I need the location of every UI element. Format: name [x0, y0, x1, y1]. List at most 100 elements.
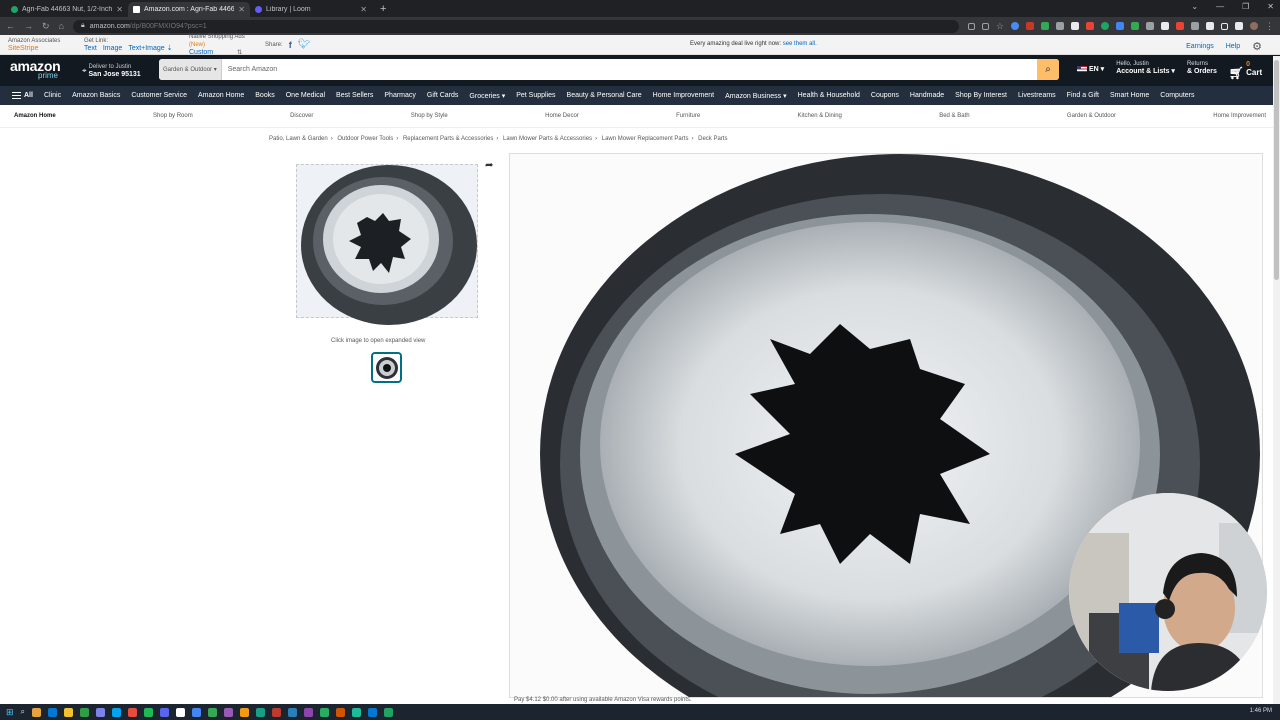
breadcrumb-link[interactable]: Lawn Mower Replacement Parts — [602, 136, 689, 142]
taskbar-app-icon[interactable] — [64, 707, 74, 717]
subnav-item[interactable]: Amazon Business ▾ — [725, 92, 787, 100]
taskbar-app-icon[interactable] — [272, 707, 282, 717]
taskbar-app-icon[interactable] — [96, 707, 106, 717]
homenav-item[interactable]: Amazon Home — [14, 113, 56, 119]
sidebar-icon[interactable] — [1221, 22, 1228, 30]
subnav-item[interactable]: Shop By Interest — [955, 92, 1007, 99]
subnav-item[interactable]: Livestreams — [1018, 92, 1056, 99]
taskbar-app-icon[interactable] — [256, 707, 266, 717]
forward-icon[interactable]: → — [24, 21, 33, 31]
extension-icon[interactable] — [1131, 22, 1139, 30]
extension-icon[interactable] — [1116, 22, 1124, 30]
home-icon[interactable]: ⌂ — [59, 21, 64, 31]
subnav-item[interactable]: Pharmacy — [384, 92, 416, 99]
taskbar-app-icon[interactable] — [192, 707, 202, 717]
browser-tab-loom[interactable]: Library | Loom ✕ — [250, 2, 372, 17]
extension-icon[interactable] — [1146, 22, 1154, 30]
subnav-item[interactable]: Handmade — [910, 92, 944, 99]
homenav-item[interactable]: Garden & Outdoor — [1067, 113, 1116, 119]
close-icon[interactable]: ✕ — [238, 5, 245, 14]
taskbar-app-icon[interactable] — [352, 707, 362, 717]
extension-icon[interactable] — [1026, 22, 1034, 30]
subnav-item[interactable]: One Medical — [286, 92, 325, 99]
close-window-icon[interactable]: ✕ — [1267, 2, 1274, 11]
taskbar-app-icon[interactable] — [80, 707, 90, 717]
taskbar-app-icon[interactable] — [208, 707, 218, 717]
subnav-item[interactable]: Amazon Home — [198, 92, 244, 99]
taskbar-app-icon[interactable] — [160, 707, 170, 717]
install-icon[interactable] — [967, 22, 975, 30]
subnav-item[interactable]: Coupons — [871, 92, 899, 99]
subnav-item[interactable]: Groceries ▾ — [469, 92, 505, 100]
page-scrollbar[interactable] — [1273, 56, 1280, 704]
subnav-item[interactable]: Books — [255, 92, 274, 99]
taskbar-app-icon[interactable] — [224, 707, 234, 717]
taskbar-app-icon[interactable] — [240, 707, 250, 717]
extension-icon[interactable] — [1041, 22, 1049, 30]
homenav-item[interactable]: Home Decor — [545, 113, 579, 119]
all-menu-button[interactable]: All — [12, 92, 33, 99]
share-page-icon[interactable] — [981, 22, 989, 30]
taskbar-app-icon[interactable] — [384, 707, 394, 717]
amazon-logo[interactable]: amazon prime — [10, 59, 80, 80]
webcam-overlay[interactable] — [1069, 493, 1267, 691]
subnav-item[interactable]: Gift Cards — [427, 92, 459, 99]
taskbar-app-icon[interactable] — [320, 707, 330, 717]
breadcrumb-link[interactable]: Patio, Lawn & Garden — [269, 136, 328, 142]
product-main-image[interactable] — [296, 164, 478, 325]
search-button[interactable]: ⌕ — [1037, 59, 1059, 80]
taskbar-app-icon[interactable] — [144, 707, 154, 717]
deal-link[interactable]: see them all. — [783, 41, 817, 47]
maximize-icon[interactable]: ❐ — [1242, 2, 1249, 11]
search-icon[interactable]: ⌕ — [21, 707, 25, 717]
facebook-icon[interactable]: f — [289, 40, 292, 50]
account-lists[interactable]: Hello, Justin Account & Lists ▾ — [1116, 61, 1175, 77]
homenav-item[interactable]: Shop by Room — [153, 113, 193, 119]
extension-icon[interactable] — [1056, 22, 1064, 30]
taskbar-app-icon[interactable] — [176, 707, 186, 717]
extension-icon[interactable] — [1235, 22, 1243, 30]
returns-orders[interactable]: Returns & Orders — [1187, 61, 1217, 77]
extension-icon[interactable] — [1071, 22, 1079, 30]
earnings-link[interactable]: Earnings — [1186, 43, 1214, 50]
cart-button[interactable]: 🛒︎ 0 Cart — [1229, 61, 1262, 79]
extension-icon[interactable] — [1101, 22, 1109, 30]
taskbar-app-icon[interactable] — [288, 707, 298, 717]
breadcrumb-link[interactable]: Lawn Mower Parts & Accessories — [503, 136, 592, 142]
subnav-item[interactable]: Health & Household — [798, 92, 860, 99]
scrollbar-thumb[interactable] — [1274, 60, 1279, 280]
help-link[interactable]: Help — [1226, 43, 1240, 50]
taskbar-app-icon[interactable] — [128, 707, 138, 717]
taskbar-app-icon[interactable] — [32, 707, 42, 717]
get-link-image-button[interactable]: Image — [103, 45, 122, 53]
homenav-item[interactable]: Bed & Bath — [939, 113, 969, 119]
browser-tab-amazon[interactable]: Amazon.com : Agri-Fab 44663 N ✕ — [128, 2, 250, 17]
subnav-item[interactable]: Beauty & Personal Care — [567, 92, 642, 99]
language-selector[interactable]: EN ▾ — [1077, 61, 1104, 77]
subnav-item[interactable]: Computers — [1160, 92, 1194, 99]
extension-icon[interactable] — [1161, 22, 1169, 30]
more-icon[interactable]: ⋮ — [1265, 21, 1274, 32]
search-input[interactable]: Search Amazon — [222, 59, 1037, 80]
puzzle-icon[interactable] — [1206, 22, 1214, 30]
extension-icon[interactable] — [1191, 22, 1199, 30]
browser-tab-agrifab[interactable]: Agri-Fab 44663 Nut, 1/2-Inch Pu ✕ — [6, 2, 128, 17]
address-bar[interactable]: 🔒︎ amazon.com/dp/B00FMXIO94?psc=1 — [72, 19, 959, 33]
taskbar-app-icon[interactable] — [304, 707, 314, 717]
deliver-to[interactable]: ⌖ Deliver to Justin San Jose 95131 — [82, 63, 157, 79]
subnav-item[interactable]: Home Improvement — [653, 92, 714, 99]
gear-icon[interactable]: ⚙ — [1252, 40, 1262, 53]
extension-icon[interactable] — [1176, 22, 1184, 30]
subnav-item[interactable]: Clinic — [44, 92, 61, 99]
breadcrumb-link[interactable]: Outdoor Power Tools — [337, 136, 393, 142]
extension-icon[interactable] — [1011, 22, 1019, 30]
profile-avatar[interactable] — [1250, 22, 1258, 30]
twitter-icon[interactable]: 🐦︎ — [298, 39, 311, 50]
taskbar-app-icon[interactable] — [48, 707, 58, 717]
subnav-item[interactable]: Amazon Basics — [72, 92, 120, 99]
taskbar-app-icon[interactable] — [336, 707, 346, 717]
subnav-item[interactable]: Best Sellers — [336, 92, 373, 99]
homenav-item[interactable]: Shop by Style — [411, 113, 448, 119]
close-icon[interactable]: ✕ — [360, 5, 367, 14]
taskbar-app-icon[interactable] — [368, 707, 378, 717]
